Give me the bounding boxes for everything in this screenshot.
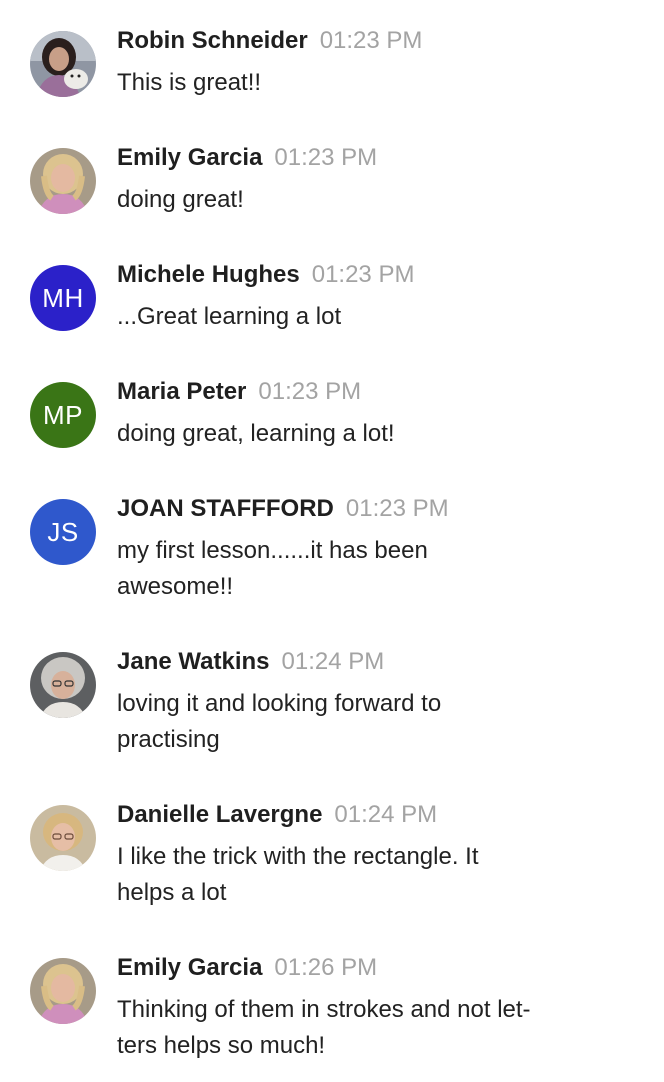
message-text: ...Great learning a lot [117,303,342,330]
message-text-line: loving it and looking forward to [117,690,442,717]
message-text-line: I like the trick with the rectangle. It [117,843,479,870]
message-timestamp: 01:24 PM [281,648,385,675]
avatar-initials: MP [43,399,83,430]
message-text: This is great!! [117,69,262,96]
avatar[interactable]: MP [30,382,96,448]
avatar[interactable] [30,148,96,214]
message-text: Thinking of them in strokes and not let-… [117,992,617,1064]
message-text-line: practising [117,726,220,753]
avatar-photo-icon [30,31,96,97]
avatar-photo-icon [30,805,96,871]
sender-name: Maria Peter [117,378,247,405]
avatar[interactable] [30,805,96,871]
avatar-initials: JS [47,516,79,547]
message-timestamp: 01:24 PM [334,801,438,828]
message-text: doing great! [117,186,244,213]
sender-name: Emily Garcia [117,144,263,171]
message-text-line: awesome!! [117,573,234,600]
message-timestamp: 01:23 PM [258,378,362,405]
sender-name: Robin Schneider [117,27,308,54]
avatar[interactable] [30,31,96,97]
sender-name: Danielle Lavergne [117,801,323,828]
avatar-photo-icon [30,958,96,1024]
avatar[interactable]: MH [30,265,96,331]
message-text-line: my first lesson......it has been [117,537,428,564]
avatar-photo-icon [30,148,96,214]
avatar-initials: MH [42,282,84,313]
sender-name: JOAN STAFFFORD [117,495,334,522]
message-text: I like the trick with the rectangle. It … [117,839,617,911]
avatar-photo-icon [30,652,96,718]
chat-message-list: Robin Schneider 01:23 PM This is great!!… [0,0,664,1082]
avatar[interactable] [30,958,96,1024]
message-text-line: helps a lot [117,879,227,906]
message-timestamp: 01:23 PM [311,261,415,288]
message-text-line: ters helps so much! [117,1032,326,1059]
avatar[interactable] [30,652,96,718]
avatar[interactable]: JS [30,499,96,565]
message-timestamp: 01:23 PM [319,27,423,54]
message-text: loving it and looking forward to practis… [117,686,617,758]
message-timestamp: 01:26 PM [274,954,378,981]
message-text: my first lesson......it has been awesome… [117,533,617,605]
sender-name: Jane Watkins [117,648,270,675]
sender-name: Emily Garcia [117,954,263,981]
message-text: doing great, learning a lot! [117,420,395,447]
message-timestamp: 01:23 PM [345,495,449,522]
sender-name: Michele Hughes [117,261,300,288]
message-text-line: Thinking of them in strokes and not let- [117,996,531,1023]
message-timestamp: 01:23 PM [274,144,378,171]
